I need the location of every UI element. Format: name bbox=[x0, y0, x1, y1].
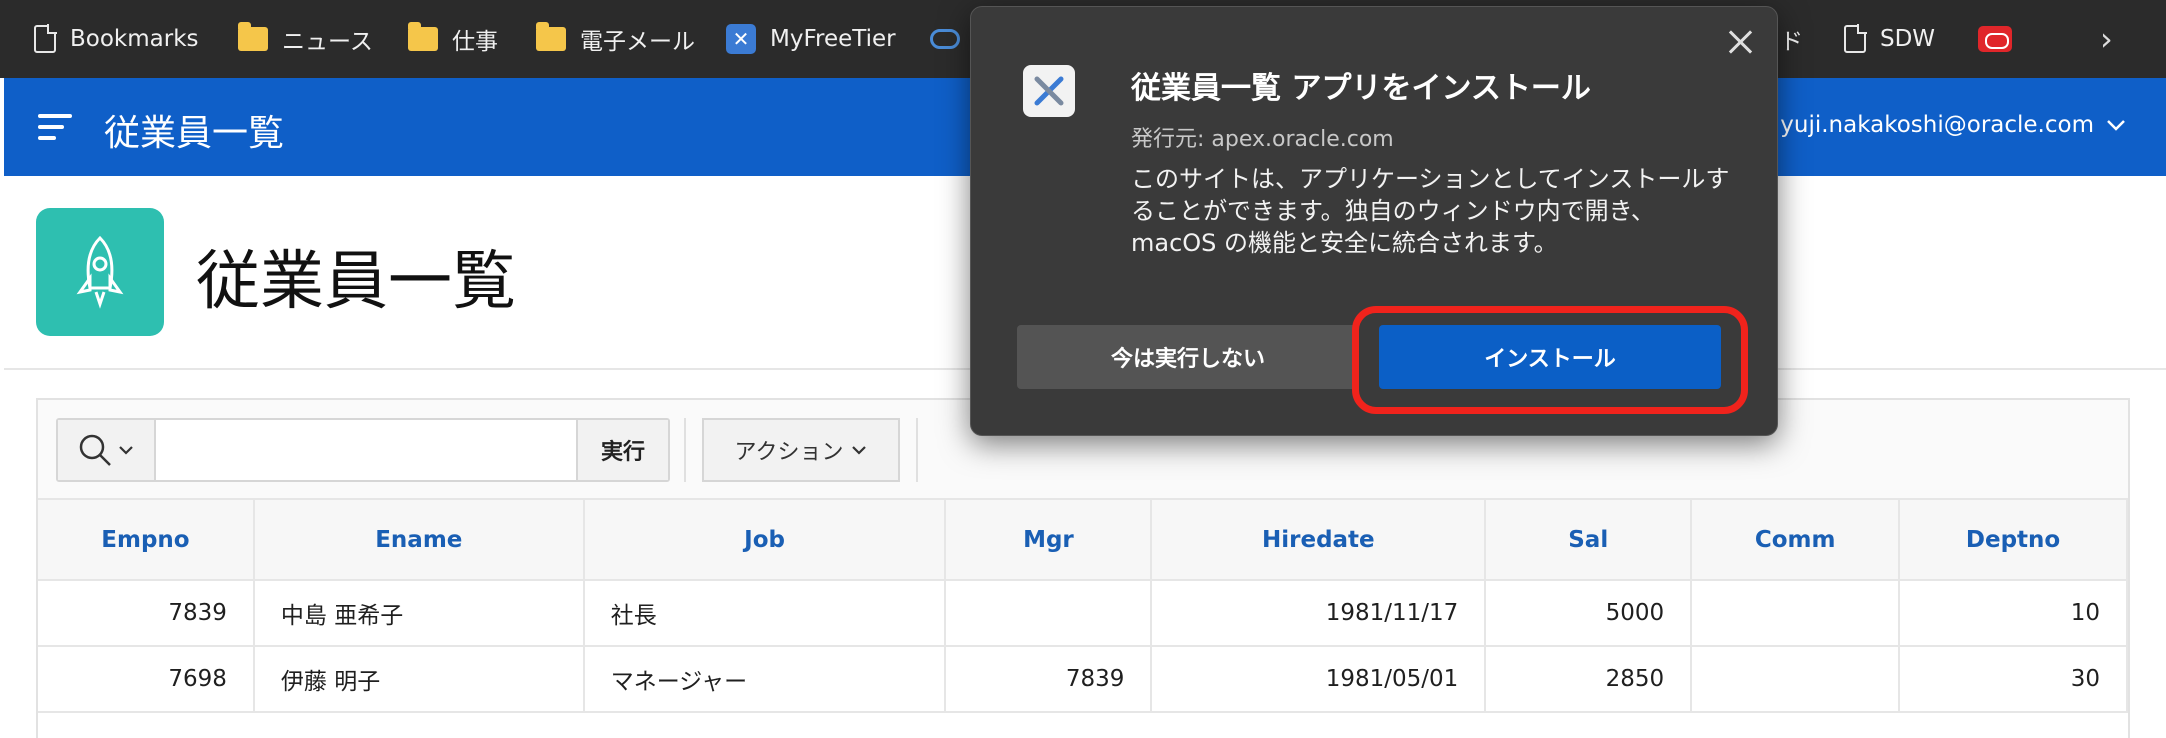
close-icon[interactable] bbox=[1725, 27, 1755, 57]
bookmark-email[interactable]: 電子メール bbox=[536, 0, 695, 78]
folder-icon bbox=[536, 22, 566, 51]
table-row: 7839 中島 亜希子 社長 1981/11/17 5000 10 bbox=[38, 580, 2128, 647]
page-icon bbox=[34, 24, 57, 53]
actions-menu-button[interactable]: アクション bbox=[702, 418, 900, 482]
cell-deptno: 10 bbox=[1899, 580, 2128, 647]
cell-hiredate: 1981/05/01 bbox=[1151, 646, 1487, 713]
column-header-ename[interactable]: Ename bbox=[253, 500, 585, 581]
chevron-down-icon bbox=[2107, 120, 2125, 131]
column-header-empno[interactable]: Empno bbox=[38, 500, 255, 581]
app-title[interactable]: 従業員一覧 bbox=[104, 104, 284, 156]
cell-comm bbox=[1691, 646, 1901, 713]
cell-mgr: 7839 bbox=[945, 646, 1153, 713]
bookmark-oracle[interactable] bbox=[1978, 0, 2012, 78]
bookmark-label: 電子メール bbox=[580, 29, 695, 55]
bookmark-label: ニュース bbox=[282, 29, 373, 55]
chevron-down-icon bbox=[852, 446, 867, 455]
bookmarks-more-chevron-icon[interactable]: › bbox=[2100, 0, 2113, 78]
page-title: 従業員一覧 bbox=[196, 245, 516, 319]
oracle-icon bbox=[1978, 26, 2012, 52]
report-region: 実行 アクション Empno Ename Job Mgr Hiredate Sa… bbox=[36, 398, 2130, 738]
chevron-down-icon bbox=[119, 446, 133, 455]
user-email: yuji.nakakoshi@oracle.com bbox=[1780, 112, 2094, 138]
page-icon bbox=[1844, 24, 1867, 53]
column-header-job[interactable]: Job bbox=[583, 500, 947, 581]
cell-ename: 伊藤 明子 bbox=[253, 646, 585, 713]
search-group: 実行 bbox=[56, 418, 670, 482]
app-tools-icon bbox=[1023, 65, 1075, 117]
bookmark-news[interactable]: ニュース bbox=[238, 0, 373, 78]
bookmark-label: MyFreeTier bbox=[770, 26, 896, 52]
column-header-sal[interactable]: Sal bbox=[1485, 500, 1693, 581]
bookmark-cloud[interactable] bbox=[930, 0, 960, 78]
cell-sal: 2850 bbox=[1485, 646, 1693, 713]
dialog-body-text: このサイトは、アプリケーションとしてインストールすることができます。独自のウィン… bbox=[1131, 165, 1730, 257]
rocket-icon bbox=[36, 208, 164, 336]
column-header-mgr[interactable]: Mgr bbox=[945, 500, 1153, 581]
search-column-selector[interactable] bbox=[58, 420, 156, 480]
user-menu[interactable]: yuji.nakakoshi@oracle.com bbox=[1780, 112, 2126, 138]
hamburger-menu-icon[interactable] bbox=[38, 114, 72, 140]
column-header-hiredate[interactable]: Hiredate bbox=[1151, 500, 1487, 581]
search-input[interactable] bbox=[156, 420, 576, 480]
cloud-icon bbox=[930, 29, 960, 49]
bookmark-work[interactable]: 仕事 bbox=[408, 0, 498, 78]
dialog-title: 従業員一覧 アプリをインストール bbox=[1131, 71, 1591, 106]
cell-empno: 7698 bbox=[38, 646, 255, 713]
cell-sal: 5000 bbox=[1485, 580, 1693, 647]
not-now-button[interactable]: 今は実行しない bbox=[1017, 325, 1359, 389]
search-icon bbox=[79, 434, 111, 466]
bookmark-partial[interactable]: ド bbox=[1780, 0, 1803, 78]
cell-mgr bbox=[945, 580, 1153, 647]
table-row: 7698 伊藤 明子 マネージャー 7839 1981/05/01 2850 3… bbox=[38, 646, 2128, 713]
actions-label: アクション bbox=[734, 440, 844, 465]
tools-icon: ✕ bbox=[726, 24, 756, 54]
folder-icon bbox=[238, 22, 268, 51]
bookmark-bookmarks[interactable]: Bookmarks bbox=[34, 0, 199, 78]
cell-deptno: 30 bbox=[1899, 646, 2128, 713]
cell-hiredate: 1981/11/17 bbox=[1151, 580, 1487, 647]
cell-ename: 中島 亜希子 bbox=[253, 580, 585, 647]
toolbar-separator bbox=[916, 418, 918, 482]
cell-comm bbox=[1691, 580, 1901, 647]
column-header-deptno[interactable]: Deptno bbox=[1899, 500, 2128, 581]
bookmark-label: ド bbox=[1780, 29, 1803, 55]
bookmark-myfreetier[interactable]: ✕ MyFreeTier bbox=[726, 0, 896, 78]
employee-report-table: Empno Ename Job Mgr Hiredate Sal Comm De… bbox=[38, 500, 2128, 713]
bookmark-label: SDW bbox=[1880, 26, 1936, 52]
toolbar-separator bbox=[684, 418, 686, 482]
cell-empno: 7839 bbox=[38, 580, 255, 647]
bookmark-label: Bookmarks bbox=[70, 26, 199, 52]
cell-job: 社長 bbox=[583, 580, 947, 647]
install-highlight-annotation bbox=[1352, 306, 1748, 414]
folder-icon bbox=[408, 22, 438, 51]
go-button[interactable]: 実行 bbox=[576, 420, 668, 480]
cell-job: マネージャー bbox=[583, 646, 947, 713]
bookmark-sdw[interactable]: SDW bbox=[1844, 0, 1935, 78]
bookmark-label: 仕事 bbox=[452, 29, 498, 55]
table-header-row: Empno Ename Job Mgr Hiredate Sal Comm De… bbox=[38, 500, 2128, 581]
dialog-publisher: 発行元: apex.oracle.com bbox=[1131, 127, 1394, 152]
column-header-comm[interactable]: Comm bbox=[1691, 500, 1901, 581]
